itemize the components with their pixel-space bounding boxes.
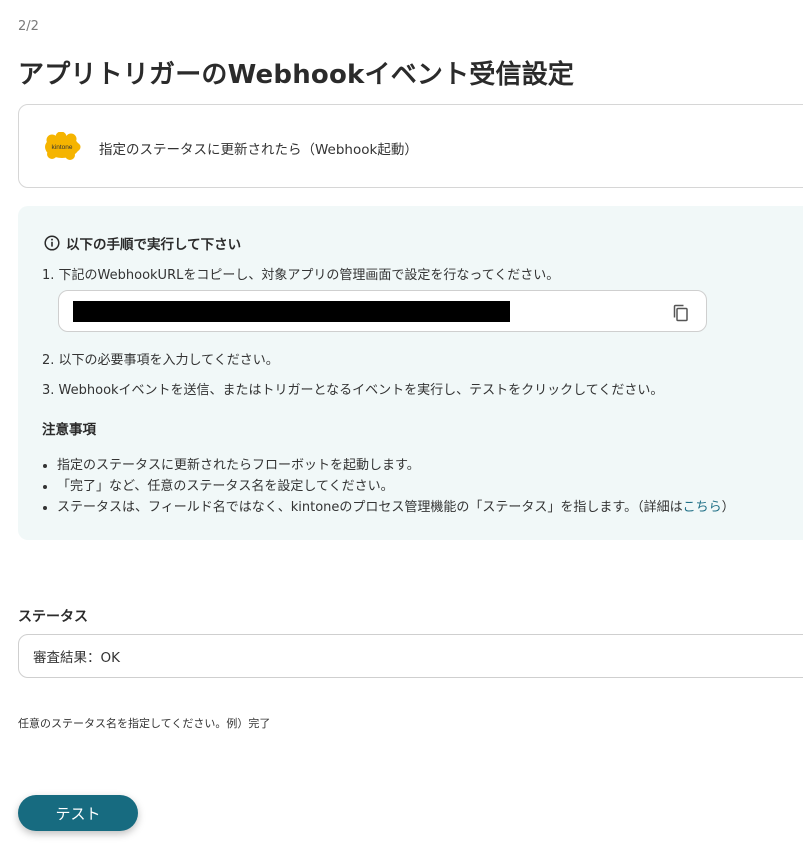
note-text-suffix: ）	[721, 500, 735, 515]
webhook-url-redacted	[73, 301, 510, 322]
status-field-label: ステータス	[18, 609, 88, 625]
info-icon	[44, 235, 60, 251]
note-text: ステータスは、フィールド名ではなく、kintoneのプロセス管理機能の「ステータ…	[57, 500, 683, 515]
test-button[interactable]: テスト	[18, 795, 138, 831]
trigger-description: 指定のステータスに更新されたら（Webhook起動）	[99, 142, 418, 158]
instructions-title-text: 以下の手順で実行して下さい	[66, 237, 242, 253]
copy-icon[interactable]	[670, 302, 692, 324]
instructions-panel: 以下の手順で実行して下さい 1. 下記のWebhookURLをコピーし、対象アプ…	[18, 206, 803, 540]
notes-heading: 注意事項	[42, 422, 96, 438]
instruction-step-3: 3. Webhookイベントを送信、またはトリガーとなるイベントを実行し、テスト…	[42, 383, 664, 398]
trigger-card: kintone 指定のステータスに更新されたら（Webhook起動）	[18, 104, 803, 188]
note-item: 指定のステータスに更新されたらフローボットを起動します。	[57, 455, 735, 476]
step-indicator: 2/2	[18, 19, 39, 34]
status-input[interactable]	[18, 634, 803, 678]
page: 2/2 アプリトリガーのWebhookイベント受信設定 kintone 指定のス…	[0, 0, 803, 852]
details-link[interactable]: こちら	[683, 500, 722, 515]
page-title: アプリトリガーのWebhookイベント受信設定	[18, 60, 575, 90]
webhook-url-field[interactable]	[58, 290, 707, 332]
kintone-logo-icon: kintone	[45, 132, 81, 160]
instruction-step-1: 1. 下記のWebhookURLをコピーし、対象アプリの管理画面で設定を行なって…	[42, 268, 560, 283]
instructions-title: 以下の手順で実行して下さい	[44, 233, 241, 253]
instruction-step-2: 2. 以下の必要事項を入力してください。	[42, 353, 279, 368]
notes-list: 指定のステータスに更新されたらフローボットを起動します。 「完了」など、任意のス…	[38, 455, 735, 518]
status-field-hint: 任意のステータス名を指定してください。例）完了	[18, 717, 271, 730]
kintone-logo-text: kintone	[52, 144, 73, 151]
note-item: 「完了」など、任意のステータス名を設定してください。	[57, 476, 735, 497]
note-item: ステータスは、フィールド名ではなく、kintoneのプロセス管理機能の「ステータ…	[57, 497, 735, 518]
